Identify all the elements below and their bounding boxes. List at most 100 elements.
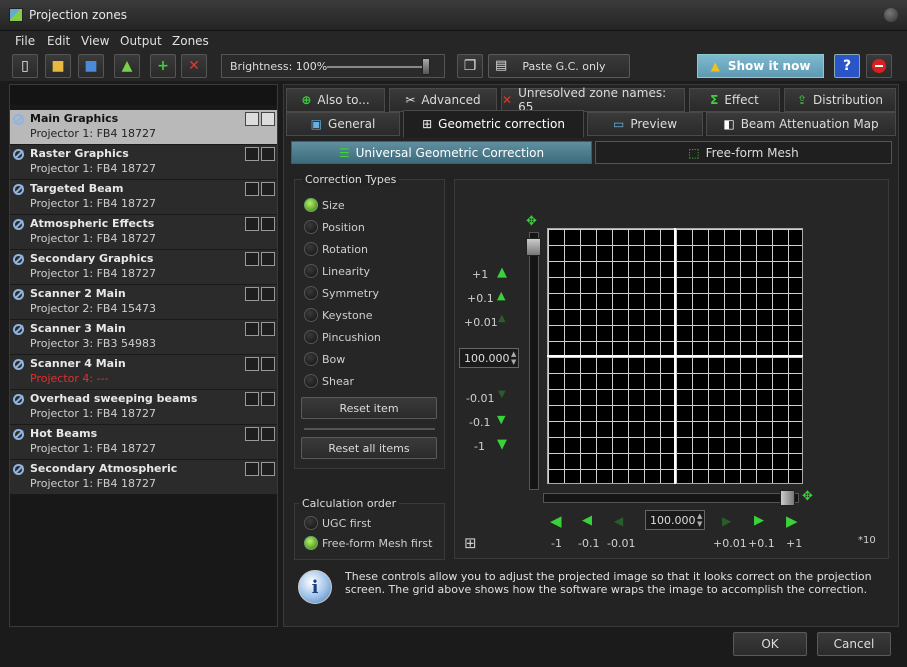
tab-effect[interactable]: Σ Effect <box>689 88 780 112</box>
zone-checkbox[interactable] <box>261 322 275 336</box>
zone-row[interactable]: Targeted Beam Projector 1: FB4 18727 <box>10 180 277 215</box>
zone-checkbox[interactable] <box>261 462 275 476</box>
menu-edit[interactable]: Edit <box>47 34 70 48</box>
vertical-fit-icon[interactable]: ✥ <box>526 214 537 229</box>
zone-checkbox[interactable] <box>245 357 259 371</box>
correction-type-label[interactable]: Rotation <box>322 243 368 256</box>
ok-button[interactable]: OK <box>733 632 807 656</box>
tab-geometric-correction[interactable]: ⊞ Geometric correction <box>403 110 584 138</box>
paste-gc-button[interactable]: ▤ Paste G.C. only <box>488 54 630 78</box>
zone-checkbox[interactable] <box>245 217 259 231</box>
down-arrow-icon[interactable]: ▼ <box>497 437 507 452</box>
zone-checkbox[interactable] <box>261 357 275 371</box>
zone-checkbox[interactable] <box>261 392 275 406</box>
down-arrow-small-icon[interactable]: ▼ <box>497 413 505 426</box>
zone-row[interactable]: Scanner 4 Main Projector 4: --- <box>10 355 277 390</box>
zone-row[interactable]: Secondary Graphics Projector 1: FB4 18727 <box>10 250 277 285</box>
open-button[interactable]: ■ <box>45 54 71 78</box>
zone-checkbox[interactable] <box>245 462 259 476</box>
correction-type-label[interactable]: Size <box>322 199 345 212</box>
correction-type-label[interactable]: Position <box>322 221 365 234</box>
zone-checkbox[interactable] <box>261 147 275 161</box>
correction-type-label[interactable]: Bow <box>322 353 345 366</box>
correction-type-label[interactable]: Shear <box>322 375 354 388</box>
zone-row[interactable]: Atmospheric Effects Projector 1: FB4 1872… <box>10 215 277 250</box>
up-arrow-small-icon[interactable]: ▲ <box>497 289 505 302</box>
new-button[interactable]: ▯ <box>12 54 38 78</box>
help-button[interactable]: ? <box>834 54 860 78</box>
correction-type-radio[interactable] <box>304 374 318 388</box>
zone-checkbox[interactable] <box>261 252 275 266</box>
zone-checkbox[interactable] <box>261 287 275 301</box>
left-arrow-icon[interactable]: ◀ <box>550 512 562 530</box>
zone-checkbox[interactable] <box>245 147 259 161</box>
calculation-order-radio[interactable] <box>304 536 318 550</box>
close-icon[interactable] <box>884 8 898 22</box>
spin-arrows-icon[interactable]: ▲ ▼ <box>510 350 519 366</box>
show-it-now-button[interactable]: ▲ Show it now <box>697 54 824 78</box>
menu-zones[interactable]: Zones <box>172 34 209 48</box>
zone-checkbox[interactable] <box>245 427 259 441</box>
brightness-handle[interactable] <box>422 58 430 75</box>
reset-item-button[interactable]: Reset item <box>301 397 437 419</box>
horizontal-slider-handle[interactable] <box>780 490 795 506</box>
delete-button[interactable]: ✕ <box>181 54 207 78</box>
calculation-order-label[interactable]: UGC first <box>322 517 371 530</box>
right-arrow-icon[interactable]: ▶ <box>786 512 798 530</box>
down-arrow-tiny-icon[interactable]: ▼ <box>498 389 506 400</box>
menu-output[interactable]: Output <box>120 34 162 48</box>
correction-type-radio[interactable] <box>304 352 318 366</box>
left-arrow-tiny-icon[interactable]: ◀ <box>614 514 623 528</box>
menu-file[interactable]: File <box>15 34 35 48</box>
horizontal-fit-icon[interactable]: ✥ <box>802 489 813 504</box>
stop-button[interactable] <box>866 54 892 78</box>
zone-row[interactable]: Scanner 2 Main Projector 2: FB4 15473 <box>10 285 277 320</box>
calculation-order-radio[interactable] <box>304 516 318 530</box>
menu-view[interactable]: View <box>81 34 109 48</box>
tab-preview[interactable]: ▭ Preview <box>587 112 703 136</box>
brightness-control[interactable]: Brightness: 100% <box>221 54 445 78</box>
add-button[interactable]: + <box>150 54 176 78</box>
zone-checkbox[interactable] <box>245 252 259 266</box>
subtab-free-form-mesh[interactable]: ⬚ Free-form Mesh <box>595 141 892 164</box>
up-arrow-tiny-icon[interactable]: ▲ <box>498 313 506 324</box>
zone-checkbox[interactable] <box>245 112 259 126</box>
zone-checkbox[interactable] <box>245 287 259 301</box>
correction-type-label[interactable]: Symmetry <box>322 287 379 300</box>
tab-general[interactable]: ▣ General <box>286 112 400 136</box>
zone-checkbox[interactable] <box>261 182 275 196</box>
zone-row[interactable]: Overhead sweeping beams Projector 1: FB4 … <box>10 390 277 425</box>
tab-advanced[interactable]: ✂ Advanced <box>389 88 497 112</box>
zone-checkbox[interactable] <box>245 392 259 406</box>
subtab-universal-geometric-correction[interactable]: ☰ Universal Geometric Correction <box>291 141 592 164</box>
tab-unresolved-zone-names[interactable]: ✕ Unresolved zone names: 65 <box>501 86 685 114</box>
correction-type-radio[interactable] <box>304 308 318 322</box>
zone-checkbox[interactable] <box>261 112 275 126</box>
grid-toggle-icon[interactable]: ⊞ <box>464 534 477 552</box>
zone-row[interactable]: Secondary Atmospheric Projector 1: FB4 18… <box>10 460 277 495</box>
reset-all-items-button[interactable]: Reset all items <box>301 437 437 459</box>
correction-type-radio[interactable] <box>304 242 318 256</box>
correction-type-radio[interactable] <box>304 264 318 278</box>
horizontal-slider-track[interactable] <box>543 493 799 503</box>
zone-checkbox[interactable] <box>245 182 259 196</box>
cancel-button[interactable]: Cancel <box>817 632 891 656</box>
flask-button[interactable]: ▲ <box>114 54 140 78</box>
spin-arrows-icon[interactable]: ▲ ▼ <box>696 512 705 528</box>
correction-type-label[interactable]: Linearity <box>322 265 370 278</box>
save-button[interactable]: ■ <box>78 54 104 78</box>
zone-checkbox[interactable] <box>245 322 259 336</box>
zone-row[interactable]: Main Graphics Projector 1: FB4 18727 <box>10 110 277 145</box>
correction-type-radio[interactable] <box>304 198 318 212</box>
zone-checkbox[interactable] <box>261 217 275 231</box>
correction-type-label[interactable]: Keystone <box>322 309 372 322</box>
tab-also-to[interactable]: ⊕ Also to... <box>286 88 385 112</box>
zone-row[interactable]: Hot Beams Projector 1: FB4 18727 <box>10 425 277 460</box>
vertical-slider-handle[interactable] <box>526 238 541 256</box>
copy-button[interactable]: ❐ <box>457 54 483 78</box>
up-arrow-icon[interactable]: ▲ <box>497 265 507 280</box>
right-arrow-small-icon[interactable]: ▶ <box>754 513 764 528</box>
tab-distribution[interactable]: ⇪ Distribution <box>784 88 896 112</box>
zone-row[interactable]: Raster Graphics Projector 1: FB4 18727 <box>10 145 277 180</box>
horizontal-scale-input[interactable]: 100.000 ▲ ▼ <box>645 510 705 530</box>
